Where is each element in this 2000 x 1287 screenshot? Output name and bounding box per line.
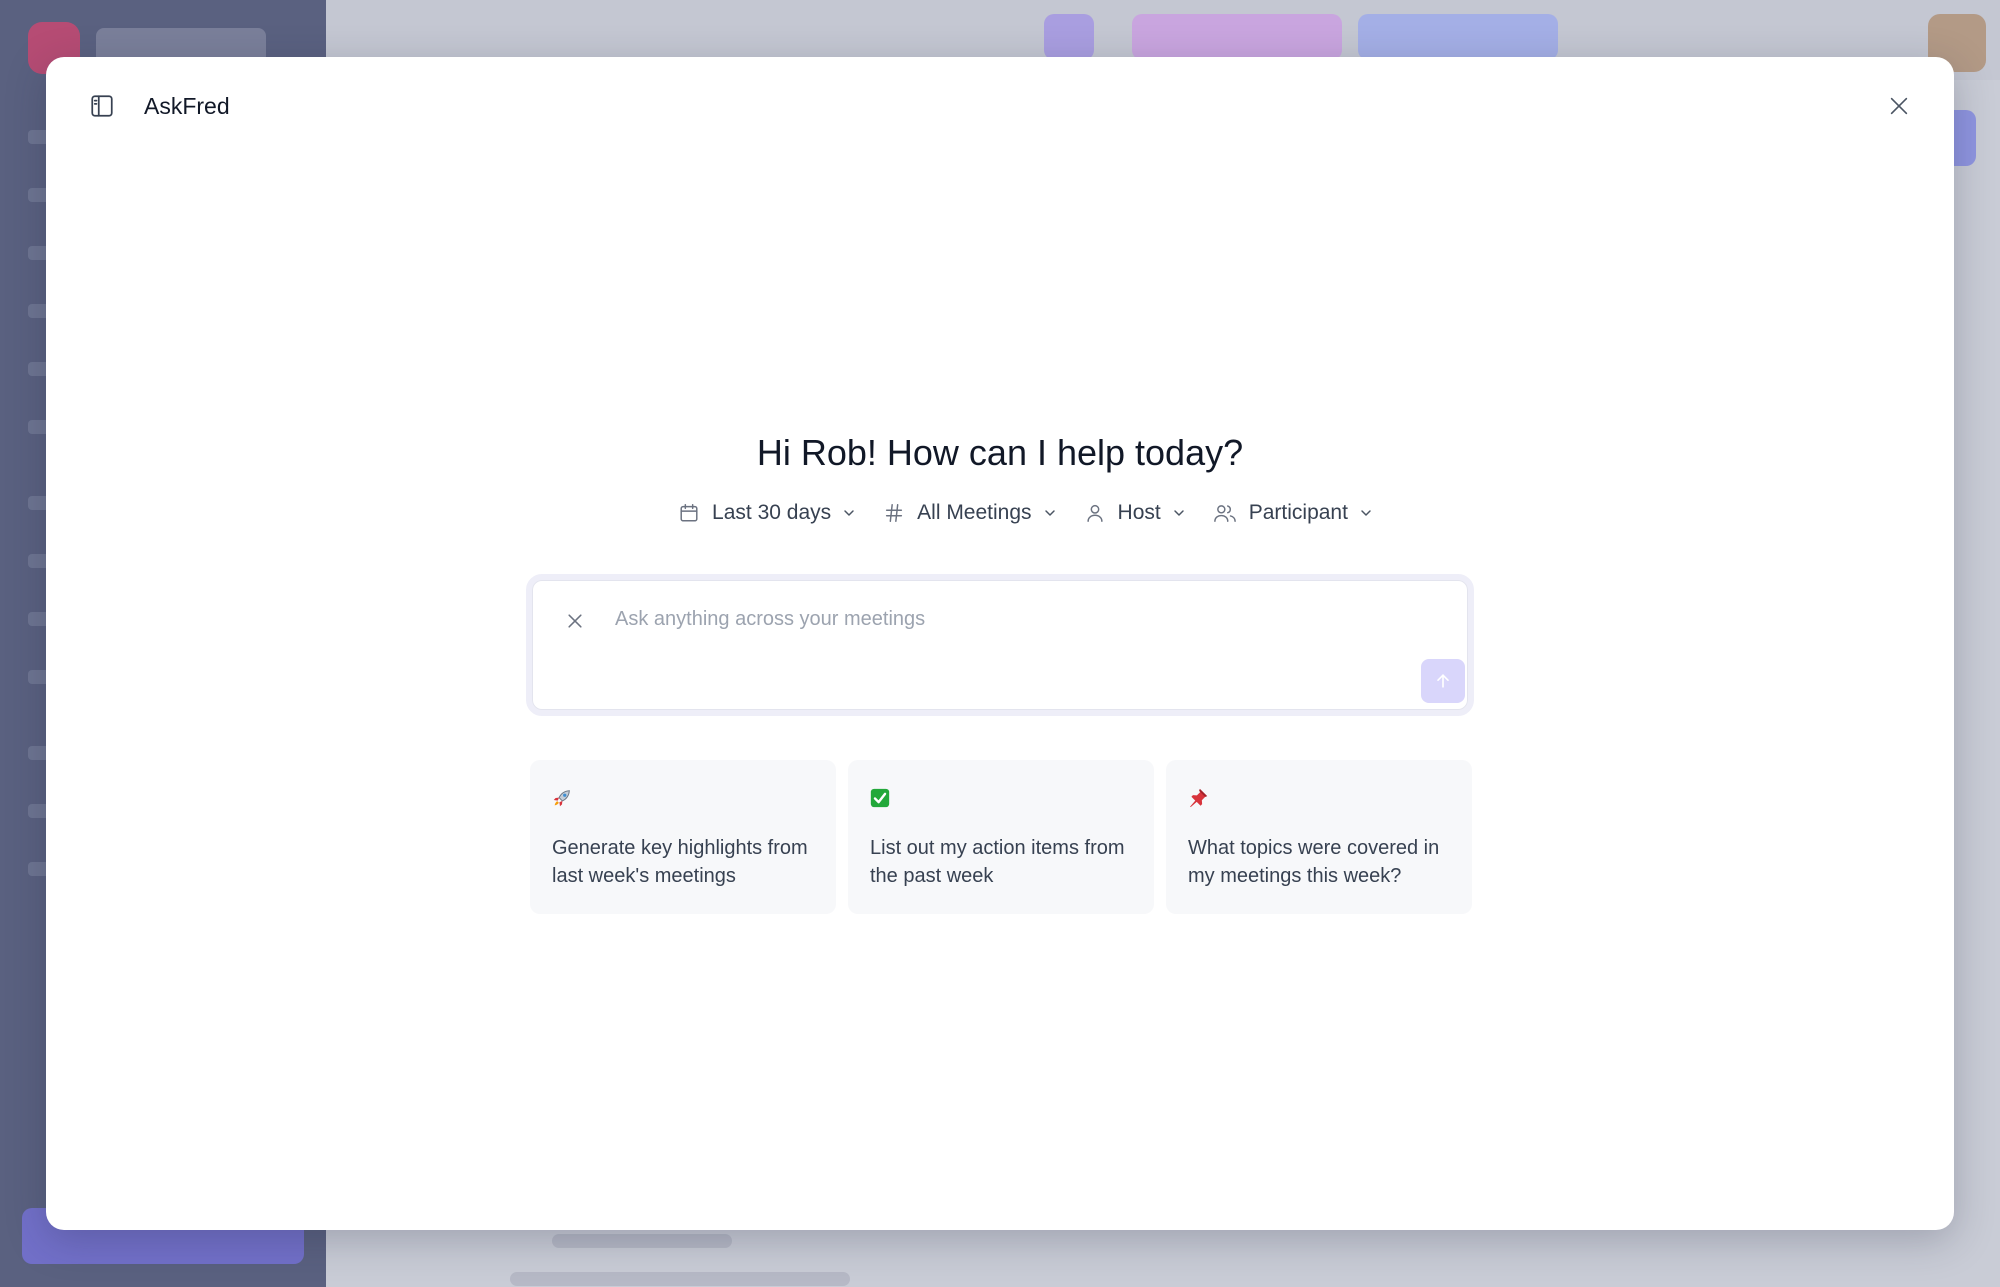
chevron-down-icon (1044, 510, 1055, 516)
chevron-down-icon (1361, 510, 1371, 516)
filter-meetings-label: All Meetings (917, 501, 1032, 524)
background-pill-button (1132, 14, 1342, 60)
close-icon (568, 614, 582, 628)
filter-host[interactable]: Host (1084, 501, 1187, 525)
chevron-down-icon (844, 510, 854, 516)
suggestion-card-action-items[interactable]: List out my action items from the past w… (848, 760, 1154, 914)
clear-prompt-button[interactable] (557, 603, 593, 639)
modal-title: AskFred (144, 93, 230, 119)
rocket-icon (550, 786, 574, 810)
filter-date-range-label: Last 30 days (712, 501, 832, 524)
sidebar-toggle-button[interactable] (84, 88, 120, 124)
pushpin-icon (1186, 786, 1210, 810)
check-mark-icon (868, 786, 892, 810)
filter-date-range[interactable]: Last 30 days (678, 501, 857, 525)
background-line (552, 1234, 732, 1248)
hash-icon (886, 504, 903, 522)
users-icon (1213, 505, 1236, 522)
chevron-down-icon (1173, 510, 1184, 516)
suggestion-text: List out my action items from the past w… (870, 837, 1125, 887)
sidebar-panel-icon (91, 95, 113, 117)
calendar-icon (680, 504, 698, 522)
filter-participant-label: Participant (1248, 501, 1348, 524)
user-icon (1086, 504, 1103, 522)
suggestion-card-topics[interactable]: What topics were covered in my meetings … (1166, 760, 1472, 914)
filter-meetings[interactable]: All Meetings (883, 501, 1057, 525)
prompt-box-inner (532, 580, 1468, 710)
prompt-box (526, 574, 1474, 716)
send-button[interactable] (1421, 659, 1465, 703)
askfred-modal: AskFred Hi Rob! How can I help today? La… (46, 57, 1954, 1230)
background-line (510, 1272, 850, 1286)
prompt-input[interactable] (615, 601, 1375, 637)
close-button[interactable] (1880, 87, 1918, 125)
arrow-up-icon (1437, 674, 1449, 688)
filter-host-label: Host (1117, 501, 1161, 524)
suggestion-text: What topics were covered in my meetings … (1188, 837, 1440, 887)
filter-bar: Last 30 days All Meetings Host Participa… (646, 490, 1406, 536)
suggestion-cards: Generate key highlights from last week's… (530, 760, 1472, 914)
close-icon (1890, 97, 1908, 115)
suggestion-text: Generate key highlights from last week's… (552, 837, 808, 887)
filter-participant[interactable]: Participant (1213, 501, 1374, 525)
greeting-heading: Hi Rob! How can I help today? (756, 432, 1244, 473)
suggestion-card-highlights[interactable]: Generate key highlights from last week's… (530, 760, 836, 914)
background-pill-button (1358, 14, 1558, 60)
background-icon-button (1044, 14, 1094, 60)
